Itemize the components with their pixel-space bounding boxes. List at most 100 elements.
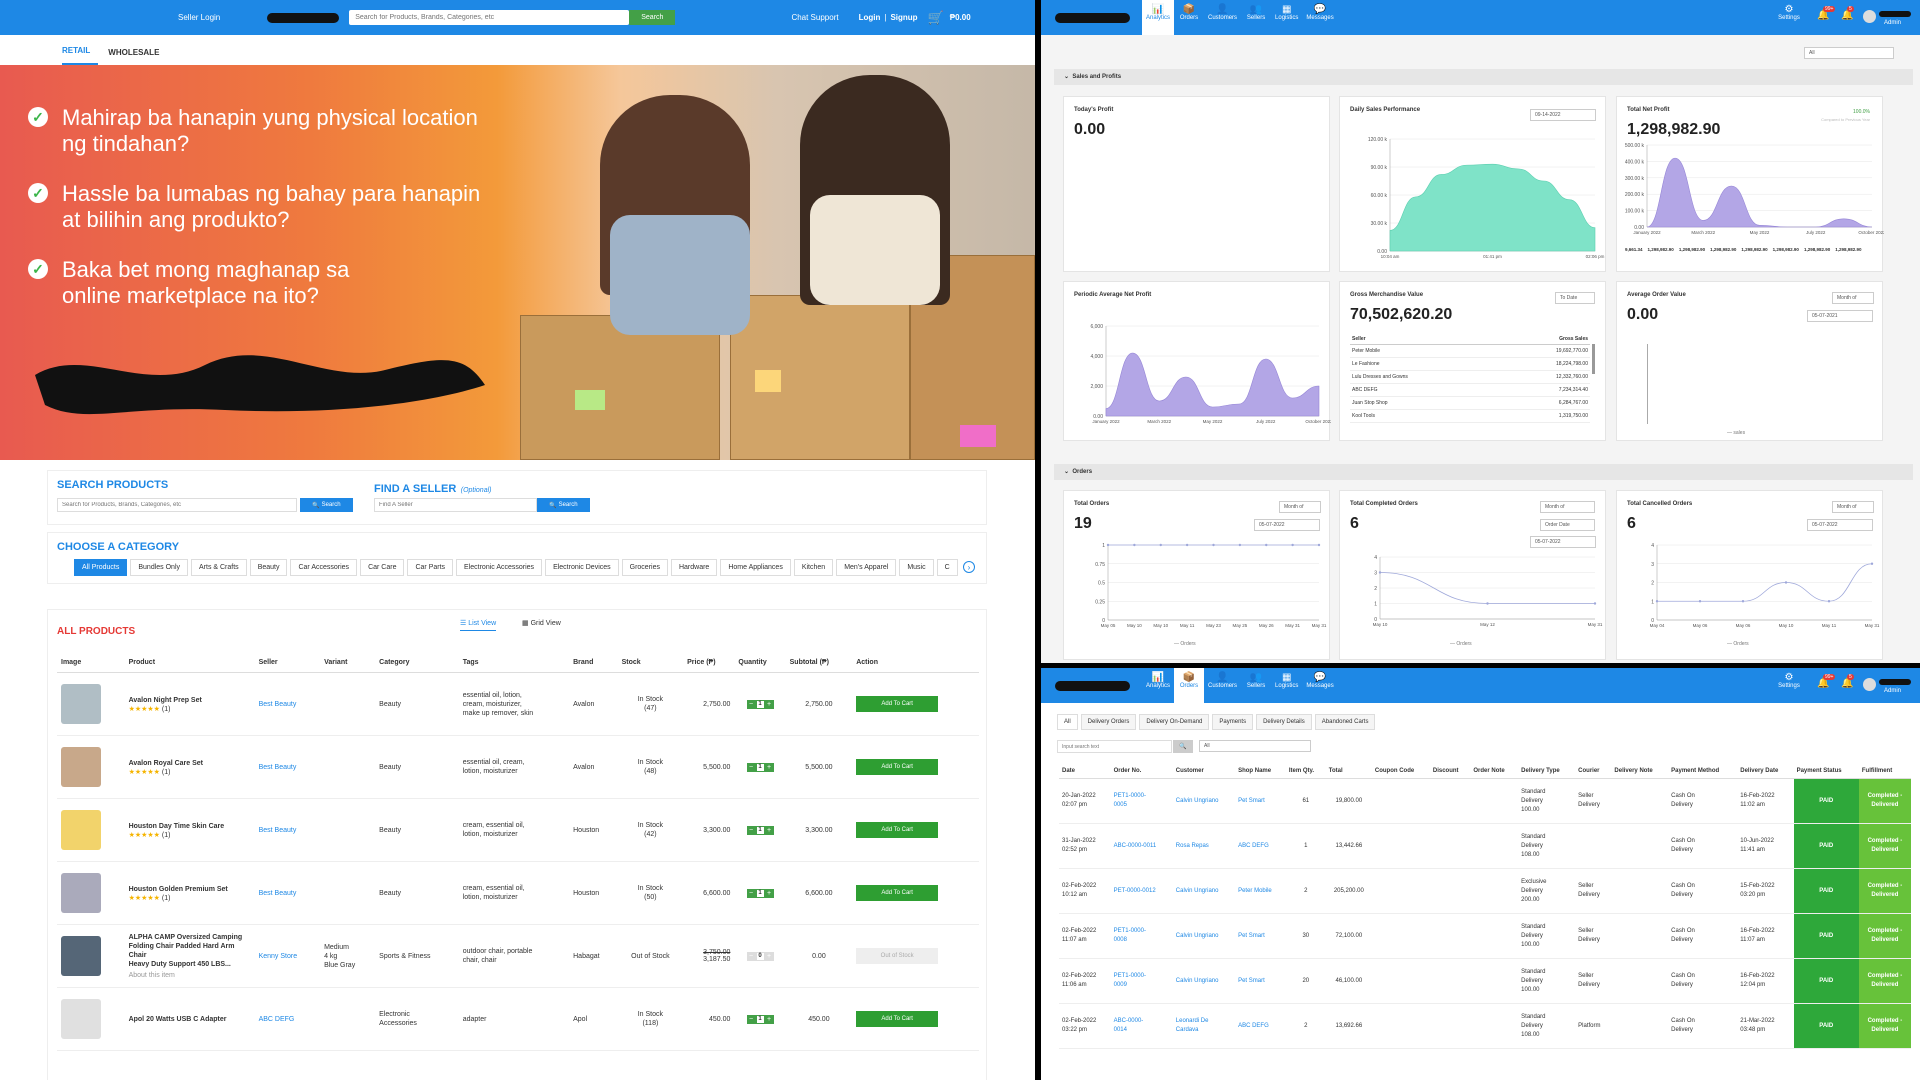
column-header[interactable]: Item Qty.	[1285, 764, 1326, 779]
column-header[interactable]: Coupon Code	[1371, 764, 1430, 779]
nav-sellers[interactable]: 👥 Sellers	[1241, 0, 1271, 35]
product-name[interactable]: Houston Golden Premium Set	[129, 885, 251, 894]
orders-section-header[interactable]: ⌄ Orders	[1054, 464, 1913, 480]
order-tab[interactable]: Delivery On-Demand	[1139, 714, 1210, 730]
category-chip[interactable]: Music	[899, 559, 934, 576]
avatar[interactable]	[1863, 678, 1876, 691]
order-no[interactable]: PET-0000-0012	[1110, 868, 1173, 914]
product-name[interactable]: Houston Day Time Skin Care	[129, 822, 251, 831]
category-chip[interactable]: Electronic Devices	[545, 559, 619, 576]
column-header[interactable]: Payment Status	[1793, 764, 1859, 779]
column-header[interactable]: Shop Name	[1235, 764, 1286, 779]
seller-link[interactable]: Best Beauty	[254, 735, 321, 799]
seller-search-input[interactable]	[374, 498, 537, 512]
quantity-stepper[interactable]: −1 +	[746, 699, 774, 709]
quantity-stepper[interactable]: −0 +	[746, 951, 774, 961]
product-name[interactable]: Apol 20 Watts USB C Adapter	[129, 1015, 251, 1024]
column-header[interactable]: Customer	[1172, 764, 1236, 779]
order-shop[interactable]: ABC DEFG	[1235, 823, 1286, 869]
category-chip[interactable]: Arts & Crafts	[191, 559, 247, 576]
nav-analytics[interactable]: 📊 Analytics	[1142, 0, 1175, 35]
column-header[interactable]: Order No.	[1110, 764, 1173, 779]
seller-search-button[interactable]: 🔍 Search	[537, 498, 590, 512]
category-chip[interactable]: All Products	[74, 559, 128, 576]
category-chip[interactable]: Hardware	[670, 559, 718, 576]
tab-retail[interactable]: RETAIL	[62, 46, 99, 65]
product-image[interactable]	[61, 936, 101, 976]
order-shop[interactable]: Peter Mobile	[1235, 868, 1286, 914]
category-chip[interactable]: Men's Apparel	[836, 559, 897, 576]
quantity-stepper[interactable]: −1 +	[746, 1014, 774, 1024]
order-customer[interactable]: Calvin Ungriano	[1172, 958, 1236, 1004]
minus-icon[interactable]: −	[746, 762, 756, 772]
column-header[interactable]: Fulfillment	[1858, 764, 1911, 779]
order-customer[interactable]: Leonardi De Cardava	[1172, 1003, 1236, 1049]
seller-link[interactable]: ABC DEFG	[254, 987, 321, 1051]
nav-orders[interactable]: 📦 Orders	[1174, 668, 1205, 703]
order-no[interactable]: ABC-0000-0011	[1110, 823, 1173, 869]
global-filter-select[interactable]: All	[1804, 47, 1894, 59]
minus-icon[interactable]: −	[746, 699, 756, 709]
add-to-cart-button[interactable]: Add To Cart	[856, 759, 939, 775]
login-link[interactable]: Login	[859, 13, 881, 22]
grid-view-toggle[interactable]: ▦ Grid View	[522, 619, 561, 627]
order-customer[interactable]: Calvin Ungriano	[1172, 778, 1236, 824]
category-chip[interactable]: Kitchen	[793, 559, 834, 576]
scrollbar[interactable]	[1592, 344, 1595, 374]
nav-sellers[interactable]: 👥 Sellers	[1241, 668, 1271, 703]
gmv-range-select[interactable]: To Date	[1555, 292, 1595, 304]
order-customer[interactable]: Rosa Repas	[1172, 823, 1236, 869]
product-search-button[interactable]: 🔍 Search	[300, 498, 353, 512]
order-shop[interactable]: Pet Smart	[1235, 958, 1286, 1004]
plus-icon[interactable]: +	[764, 762, 774, 772]
plus-icon[interactable]: +	[764, 699, 774, 709]
quantity-stepper[interactable]: −1 +	[746, 888, 774, 898]
product-search-input[interactable]	[57, 498, 297, 512]
order-no[interactable]: ABC-0000- 0014	[1110, 1003, 1173, 1049]
nav-orders[interactable]: 📦 Orders	[1174, 0, 1204, 35]
date-picker[interactable]: 05-07-2022	[1807, 519, 1873, 531]
nav-customers[interactable]: 👤 Customers	[1204, 0, 1241, 35]
nav-logistics[interactable]: ▦ Logistics	[1271, 0, 1302, 35]
seller-link[interactable]: Best Beauty	[254, 672, 321, 736]
order-search-input[interactable]	[1057, 740, 1172, 753]
order-filter-select[interactable]: All	[1199, 740, 1311, 752]
order-tab[interactable]: Delivery Orders	[1080, 714, 1137, 730]
settings-nav[interactable]: ⚙ Settings	[1774, 668, 1804, 693]
product-name[interactable]: Avalon Night Prep Set	[129, 696, 251, 705]
nav-messages[interactable]: 💬 Messages	[1302, 668, 1337, 703]
product-name[interactable]: ALPHA CAMP Oversized Camping Folding Cha…	[129, 933, 251, 969]
tab-wholesale[interactable]: WHOLESALE	[108, 48, 167, 65]
quantity-stepper[interactable]: −1 +	[746, 825, 774, 835]
category-chip[interactable]: C	[936, 559, 958, 576]
order-shop[interactable]: Pet Smart	[1235, 778, 1286, 824]
product-image[interactable]	[61, 873, 101, 913]
add-to-cart-button[interactable]: Add To Cart	[856, 822, 939, 838]
date-picker[interactable]: 05-07-2022	[1254, 519, 1320, 531]
order-no[interactable]: PET1-0000- 0009	[1110, 958, 1173, 1004]
seller-link[interactable]: Best Beauty	[254, 861, 321, 925]
add-to-cart-button[interactable]: Add To Cart	[856, 1011, 939, 1027]
nav-messages[interactable]: 💬 Messages	[1302, 0, 1337, 35]
column-header[interactable]: Discount	[1429, 764, 1471, 779]
category-chip[interactable]: Beauty	[249, 559, 288, 576]
plus-icon[interactable]: +	[764, 825, 774, 835]
aov-range-select[interactable]: Month of	[1832, 292, 1874, 304]
product-image[interactable]	[61, 810, 101, 850]
category-chip[interactable]: Electronic Accessories	[456, 559, 543, 576]
column-header[interactable]: Delivery Type	[1518, 764, 1576, 779]
order-tab[interactable]: All	[1057, 714, 1078, 730]
product-name[interactable]: Avalon Royal Care Set	[129, 759, 251, 768]
column-header[interactable]: Date	[1059, 764, 1111, 779]
search-icon[interactable]: 🔍	[1173, 740, 1193, 753]
settings-nav[interactable]: ⚙ Settings	[1774, 0, 1804, 25]
order-tab[interactable]: Abandoned Carts	[1314, 714, 1376, 730]
minus-icon[interactable]: −	[746, 1014, 756, 1024]
cart-icon[interactable]: 🛒	[928, 10, 944, 26]
nav-analytics[interactable]: 📊 Analytics	[1142, 668, 1174, 703]
category-chip[interactable]: Groceries	[621, 559, 668, 576]
category-chip[interactable]: Home Appliances	[720, 559, 791, 576]
signup-link[interactable]: Signup	[890, 13, 917, 22]
list-view-toggle[interactable]: ☰ List View	[460, 619, 497, 631]
column-header[interactable]: Delivery Note	[1611, 764, 1669, 779]
